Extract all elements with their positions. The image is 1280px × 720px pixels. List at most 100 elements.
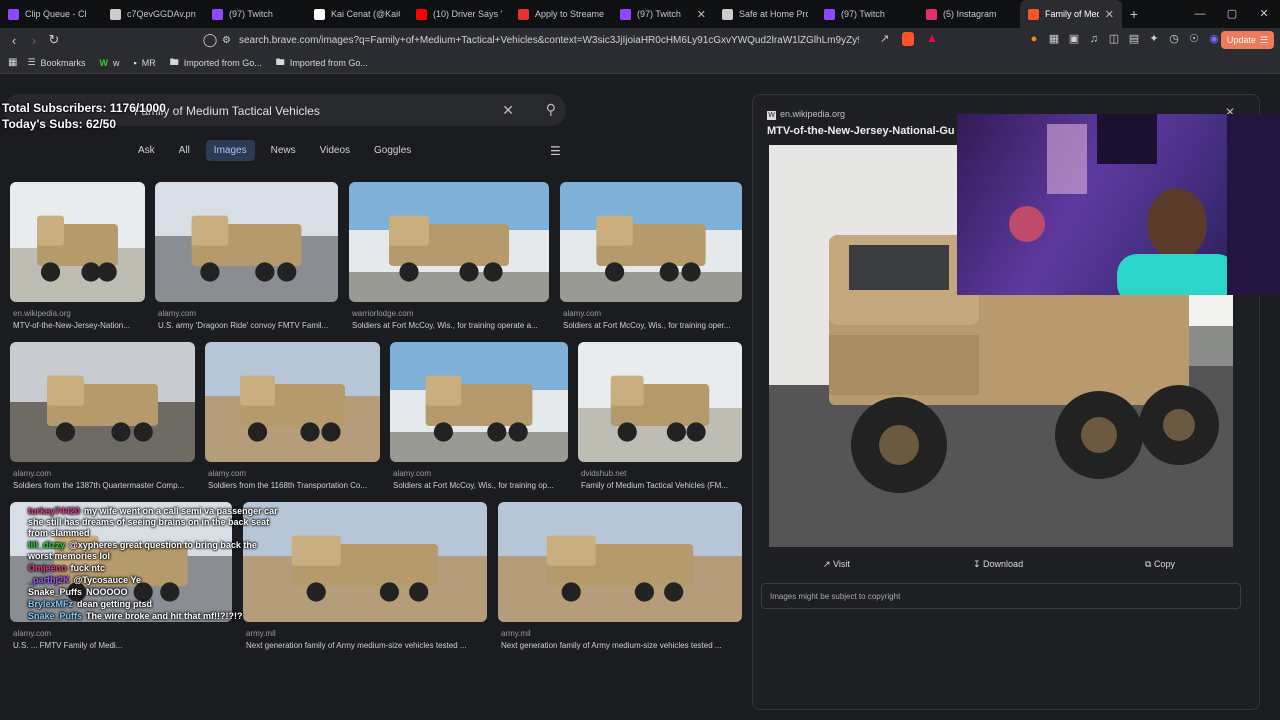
update-button[interactable]: Update ☰ xyxy=(1220,31,1274,49)
tab-1[interactable]: c7QevGGDAv.png ( xyxy=(102,0,204,28)
result-image-10[interactable] xyxy=(498,502,742,622)
tab-9[interactable]: (5) Instagram xyxy=(918,0,1020,28)
site-info-icon[interactable]: ⚙ xyxy=(222,35,231,46)
w-icon: W xyxy=(99,57,109,68)
result-image-7[interactable] xyxy=(578,342,742,462)
extension-icon[interactable]: ● xyxy=(1028,32,1040,46)
search-icon[interactable]: ⚲ xyxy=(546,101,556,118)
tab-0[interactable]: Clip Queue - Cl xyxy=(0,0,102,28)
brave-shields-icon[interactable] xyxy=(902,32,914,46)
tab-news[interactable]: News xyxy=(263,140,304,161)
tab-goggles[interactable]: Goggles xyxy=(366,140,419,161)
result-image-4[interactable] xyxy=(10,342,195,462)
update-label: Update xyxy=(1226,35,1256,45)
tab-6[interactable]: (97) Twitch ✕ xyxy=(612,0,714,28)
apps-grid-icon[interactable]: ▦ xyxy=(8,57,17,68)
result-caption[interactable]: army.mil Next generation family of Army m… xyxy=(501,628,745,652)
result-title: Family of Medium Tactical Vehicles (FM..… xyxy=(581,481,729,490)
tab-3[interactable]: Kai Cenat (@KaiCen xyxy=(306,0,408,28)
bookmark-0[interactable]: ☰ Bookmarks xyxy=(27,55,85,71)
result-image-1[interactable] xyxy=(155,182,338,302)
tab-5[interactable]: Apply to Streamer U xyxy=(510,0,612,28)
result-caption[interactable]: warriorlodge.com Soldiers at Fort McCoy, … xyxy=(352,308,552,332)
subscriber-overlay: Total Subscribers: 1176/1000 Today's Sub… xyxy=(2,100,166,132)
result-caption[interactable]: alamy.com U.S. army 'Dragoon Ride' convoy… xyxy=(158,308,341,332)
forward-icon[interactable]: › xyxy=(24,33,44,48)
close-window-icon[interactable]: ✕ xyxy=(1248,0,1280,28)
chat-message: BrylexMFz dean getting ptsd xyxy=(28,599,278,610)
result-image-2[interactable] xyxy=(349,182,549,302)
screenshot-icon[interactable]: ▣ xyxy=(1068,32,1080,46)
download-button[interactable]: ↧ Download xyxy=(973,559,1023,570)
chat-overlay: turkey74420 my wife went on a call semi v… xyxy=(28,506,278,623)
close-tab-icon[interactable]: ✕ xyxy=(1105,8,1114,21)
visit-label: Visit xyxy=(833,559,850,569)
clear-search-icon[interactable]: ✕ xyxy=(502,102,514,119)
bookmark-1[interactable]: Ww xyxy=(100,55,120,71)
wallet-icon[interactable]: ▤ xyxy=(1128,32,1140,46)
tab-videos[interactable]: Videos xyxy=(312,140,358,161)
tab-ask[interactable]: Ask xyxy=(130,140,163,161)
filter-icon[interactable]: ☰ xyxy=(550,144,561,158)
bookmark-2[interactable]: ▪ MR xyxy=(134,55,156,71)
result-image-9[interactable] xyxy=(243,502,487,622)
result-caption[interactable]: alamy.com Soldiers at Fort McCoy, Wis., f… xyxy=(563,308,745,332)
visit-button[interactable]: ↗ Visit xyxy=(823,559,850,570)
vpn-icon[interactable]: ☉ xyxy=(1188,32,1200,46)
puzzle-icon[interactable]: ▦ xyxy=(1048,32,1060,46)
close-tab-icon[interactable]: ✕ xyxy=(697,8,706,21)
bookmark-page-icon[interactable]: ◯ xyxy=(200,32,220,48)
truck-thumbnail xyxy=(191,215,302,282)
bookmark-3[interactable]: 🖿 Imported from Go... xyxy=(170,55,262,71)
chat-username: BrylexMFz xyxy=(28,599,74,609)
chat-username: Snake_Puffs xyxy=(28,587,83,597)
panel-source-label: en.wikipedia.org xyxy=(780,109,846,119)
tab-4[interactable]: (10) Driver Says "Bo xyxy=(408,0,510,28)
result-caption[interactable]: alamy.com Soldiers at Fort McCoy, Wis., f… xyxy=(393,468,571,492)
copy-button[interactable]: ⧉ Copy xyxy=(1145,559,1175,570)
truck-thumbnail xyxy=(546,535,694,602)
history-icon[interactable]: ◷ xyxy=(1168,32,1180,46)
result-caption[interactable]: alamy.com Soldiers from the 1168th Transp… xyxy=(208,468,383,492)
result-image-5[interactable] xyxy=(205,342,380,462)
result-source: army.mil xyxy=(246,629,276,638)
chat-message: Omjeeno fuck ntc xyxy=(28,563,278,574)
result-caption[interactable]: army.mil Next generation family of Army m… xyxy=(246,628,490,652)
result-image-6[interactable] xyxy=(390,342,568,462)
tab-10[interactable]: Family of Medi ✕ xyxy=(1020,0,1122,28)
copyright-note: Images might be subject to copyright xyxy=(761,583,1241,609)
bookmark-4[interactable]: 🖿 Imported from Go... xyxy=(276,55,368,71)
tab-title: (97) Twitch xyxy=(637,9,681,19)
new-tab-button[interactable]: + xyxy=(1122,6,1146,22)
tab-2[interactable]: (97) Twitch xyxy=(204,0,306,28)
panel-source: Wen.wikipedia.org xyxy=(767,109,845,120)
profile-icon[interactable]: ◉ xyxy=(1208,32,1220,46)
result-title: Soldiers at Fort McCoy, Wis., for traini… xyxy=(393,481,554,490)
address-bar[interactable]: ⚙ search.brave.com/images?q=Family+of+Me… xyxy=(222,30,874,50)
result-source: alamy.com xyxy=(563,309,602,318)
tab-7[interactable]: Safe at Home Prog xyxy=(714,0,816,28)
leo-icon[interactable]: ✦ xyxy=(1148,32,1160,46)
tab-all[interactable]: All xyxy=(171,140,198,161)
tab-images[interactable]: Images xyxy=(205,140,255,161)
result-caption[interactable]: en.wikipedia.org MTV-of-the-New-Jersey-Na… xyxy=(13,308,148,332)
result-caption[interactable]: alamy.com Soldiers from the 1387th Quarte… xyxy=(13,468,198,492)
share-icon[interactable]: ↗ xyxy=(880,32,889,45)
result-caption[interactable]: alamy.com U.S. ... FMTV Family of Medi... xyxy=(13,628,235,652)
result-caption[interactable]: dvidshub.net Family of Medium Tactical Ve… xyxy=(581,468,745,492)
music-icon[interactable]: ♫ xyxy=(1088,32,1100,46)
result-title: U.S. army 'Dragoon Ride' convoy FMTV Fam… xyxy=(158,321,329,330)
result-source: army.mil xyxy=(501,629,531,638)
back-icon[interactable]: ‹ xyxy=(4,33,24,48)
result-image-3[interactable] xyxy=(560,182,742,302)
sidebar-icon[interactable]: ◫ xyxy=(1108,32,1120,46)
result-image-0[interactable] xyxy=(10,182,145,302)
brave-rewards-icon[interactable]: ▲ xyxy=(926,31,938,45)
reload-icon[interactable]: ↻ xyxy=(44,32,64,48)
chat-message: _parthj2K @Tycosauce Ye xyxy=(28,575,278,586)
tab-8[interactable]: (97) Twitch xyxy=(816,0,918,28)
maximize-icon[interactable]: ▢ xyxy=(1216,0,1248,28)
panel-title[interactable]: MTV-of-the-New-Jersey-National-Gu xyxy=(767,125,955,137)
minimize-icon[interactable]: — xyxy=(1184,0,1216,28)
chat-message: Snake_Puffs NOOOOO xyxy=(28,587,278,598)
